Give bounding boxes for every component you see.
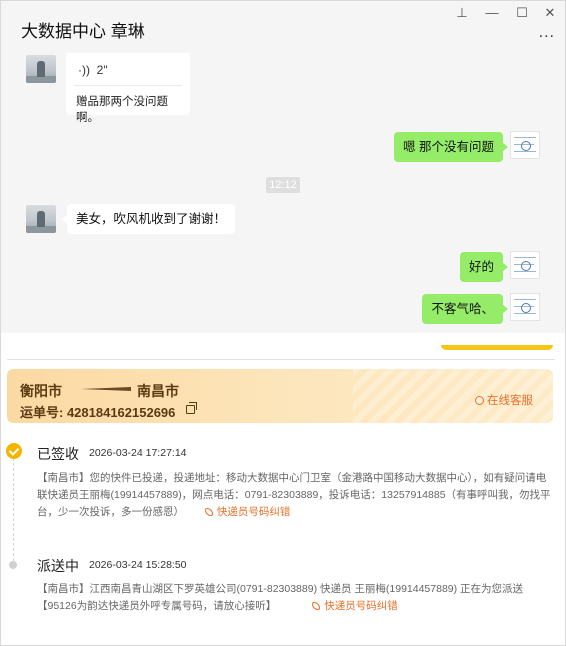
minimize-icon[interactable]: — — [483, 5, 501, 21]
chat-window: 大数据中心 章琳 ⊥ — ☐ ✕ ... ·)) 2" 赠品那两个没问题啊。 嗯… — [0, 0, 566, 646]
timeline-dot — [9, 561, 17, 569]
voice-transcript: 赠品那两个没问题啊。 — [76, 96, 168, 124]
contact-avatar[interactable] — [26, 55, 56, 83]
route-arrow-icon — [81, 387, 131, 391]
signed-check-icon — [6, 443, 22, 459]
phone-icon — [204, 508, 213, 516]
online-service-button[interactable]: 在线客服 — [475, 392, 533, 408]
courier-number-correction-link[interactable]: 快递员号码纠错 — [204, 506, 290, 518]
chat-title: 大数据中心 章琳 — [21, 22, 145, 41]
voice-message[interactable]: ·)) 2" 赠品那两个没问题啊。 — [66, 53, 190, 124]
my-avatar[interactable] — [510, 131, 540, 159]
phone-icon — [312, 602, 321, 610]
voice-icon: ·)) 2" — [78, 63, 108, 77]
shipment-card: 衡阳市 南昌市 运单号: 428184162152696 在线客服 — [7, 369, 553, 423]
chat-timestamp: 12:12 — [266, 177, 300, 193]
event-detail: 【南昌市】江西南昌青山湖区下罗英雄公司(0791-82303889) 快递员 王… — [37, 583, 524, 612]
event-status: 已签收 — [37, 446, 79, 462]
courier-number-correction-link[interactable]: 快递员号码纠错 — [312, 600, 398, 612]
timeline-line — [13, 453, 15, 561]
message-bubble-sent[interactable]: 嗯 那个没有问题 — [394, 132, 508, 162]
message-list[interactable]: ·)) 2" 赠品那两个没问题啊。 嗯 那个没有问题 12:12 美女，吹风机收… — [1, 47, 565, 333]
copy-icon[interactable] — [186, 402, 197, 414]
event-time: 2026-03-24 15:28:50 — [89, 559, 187, 571]
destination-city: 南昌市 — [137, 383, 179, 399]
title-bar: 大数据中心 章琳 ⊥ — ☐ ✕ ... — [1, 1, 565, 47]
pin-icon[interactable]: ⊥ — [453, 5, 471, 21]
my-avatar[interactable] — [510, 293, 540, 321]
more-options-icon[interactable]: ... — [539, 25, 555, 41]
event-detail: 【南昌市】您的快件已投递，投递地址：移动大数据中心门卫室（金港路中国移动大数据中… — [37, 472, 551, 518]
my-avatar[interactable] — [510, 251, 540, 279]
close-icon[interactable]: ✕ — [541, 5, 559, 21]
waybill-number: 运单号: 428184162152696 — [20, 405, 176, 420]
origin-city: 衡阳市 — [20, 383, 62, 399]
service-icon — [475, 396, 484, 405]
divider — [74, 85, 182, 86]
contact-avatar[interactable] — [26, 205, 56, 233]
message-bubble-sent[interactable]: 不客气哈、 — [422, 294, 508, 324]
voice-duration: 2" — [96, 63, 108, 77]
message-bubble-sent[interactable]: 好的 — [459, 252, 509, 282]
message-bubble-received[interactable]: 美女，吹风机收到了谢谢！ — [61, 204, 236, 234]
card-edge — [441, 345, 553, 350]
divider — [7, 359, 555, 360]
event-status: 派送中 — [37, 558, 79, 574]
event-time: 2026-03-24 17:27:14 — [89, 447, 187, 459]
maximize-icon[interactable]: ☐ — [513, 5, 531, 21]
